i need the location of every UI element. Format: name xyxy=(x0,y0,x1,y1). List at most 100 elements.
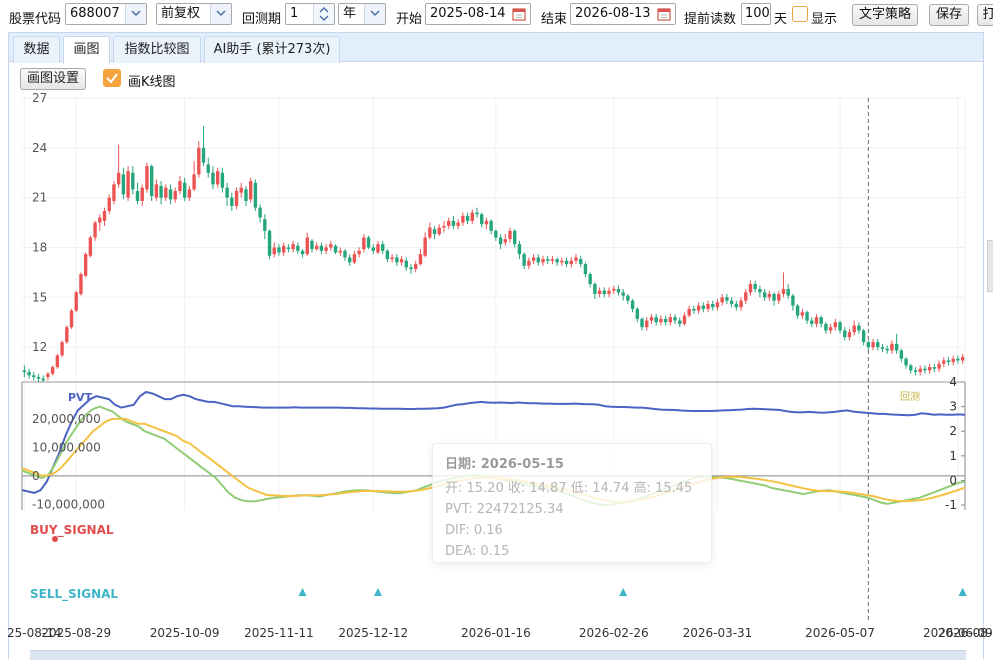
x-tick-label: 2025-12-12 xyxy=(338,626,408,640)
candle-body xyxy=(701,305,706,309)
stepper-arrows-icon[interactable] xyxy=(313,4,334,24)
candle-body xyxy=(145,166,149,190)
period-unit-select[interactable]: 年 xyxy=(338,3,386,25)
candle-body xyxy=(593,284,597,294)
candle-body xyxy=(531,257,536,261)
calendar-icon[interactable] xyxy=(512,7,526,24)
tooltip-ohlc: 开: 15.20 收: 14.87 低: 14.74 高: 15.45 xyxy=(445,481,693,496)
candle-body xyxy=(725,297,729,301)
candle-body xyxy=(583,264,588,275)
candle-body xyxy=(305,237,309,255)
candle-body xyxy=(517,244,522,255)
end-date-field[interactable]: 2026-08-13 xyxy=(570,3,676,25)
pvt-corner-label: 回测 xyxy=(900,390,920,403)
candle-body xyxy=(154,184,159,198)
candle-body xyxy=(187,189,192,198)
candle-body xyxy=(201,147,206,163)
candle-body xyxy=(27,372,31,376)
candle-body xyxy=(621,292,625,296)
candle-body xyxy=(178,181,182,192)
save-button[interactable]: 保存 xyxy=(929,4,970,26)
tab-bar: 数据 画图 指数比较图 AI助手 (累计273次) xyxy=(8,32,984,64)
candle-body xyxy=(74,292,78,311)
adjust-select[interactable]: 前复权 xyxy=(156,3,232,25)
candle-body xyxy=(164,187,168,198)
candle-body xyxy=(88,237,93,256)
candle-body xyxy=(564,260,569,265)
end-date-value: 2026-08-13 xyxy=(575,6,651,21)
chevron-down-icon[interactable] xyxy=(210,4,231,24)
stock-chart[interactable]: 12151821242720,000,00010,000,0000-10,000… xyxy=(0,92,993,650)
candle-body xyxy=(597,290,602,294)
candle-body xyxy=(60,342,64,356)
candle-body xyxy=(102,210,107,221)
x-tick-label: 2026-02-26 xyxy=(579,626,649,640)
candle-body xyxy=(220,172,225,188)
candle-body xyxy=(253,182,258,208)
candle-body xyxy=(659,318,663,323)
tab-ai-assistant[interactable]: AI助手 (累计273次) xyxy=(204,36,340,63)
candle-body xyxy=(942,360,946,364)
candle-body xyxy=(272,247,276,255)
tab-index-compare[interactable]: 指数比较图 xyxy=(113,36,201,63)
kline-checkbox[interactable] xyxy=(103,69,121,87)
candle-body xyxy=(772,293,776,301)
candle-body xyxy=(494,230,498,238)
pvt-left-tick: -10,000,000 xyxy=(32,497,105,511)
candle-body xyxy=(645,320,649,328)
stock-code-select[interactable]: 688007 xyxy=(65,3,147,25)
candle-body xyxy=(536,257,540,263)
chart-settings-button[interactable]: 画图设置 xyxy=(20,68,87,90)
right-edge-handle[interactable] xyxy=(987,240,993,292)
chevron-down-icon[interactable] xyxy=(364,4,385,24)
pvt-right-tick: 3 xyxy=(949,400,957,414)
x-tick-label: 2026-03-31 xyxy=(683,626,753,640)
period-label: 回测期 xyxy=(242,12,282,27)
x-tick-label: 2025-11-11 xyxy=(244,626,314,640)
candle-body xyxy=(692,308,696,311)
tab-chart[interactable]: 画图 xyxy=(63,36,110,64)
calendar-icon[interactable] xyxy=(657,7,671,24)
start-date-field[interactable]: 2025-08-14 xyxy=(425,3,531,25)
candle-body xyxy=(744,292,748,301)
candle-body xyxy=(739,300,743,308)
candle-body xyxy=(508,230,512,240)
tooltip-pvt: PVT: 22472125.34 xyxy=(445,502,564,517)
candle-body xyxy=(847,332,852,338)
candle-body xyxy=(612,288,616,291)
candle-body xyxy=(428,227,432,238)
candle-body xyxy=(498,237,503,245)
preload-input[interactable]: 100 xyxy=(741,3,771,25)
candle-body xyxy=(362,237,366,250)
candle-body xyxy=(913,370,918,373)
candle-body xyxy=(267,230,272,256)
stock-code-value: 688007 xyxy=(70,6,120,21)
candle-body xyxy=(734,303,739,308)
candle-body xyxy=(65,327,69,343)
buy-signal-dot xyxy=(52,536,58,542)
candle-body xyxy=(687,308,691,316)
pvt-left-tick: 0 xyxy=(32,469,40,483)
candle-body xyxy=(234,191,239,206)
candle-body xyxy=(616,288,621,293)
text-strategy-button[interactable]: 文字策略 xyxy=(852,4,919,26)
candle-body xyxy=(329,244,333,248)
candle-body xyxy=(484,220,489,225)
more-button[interactable]: 打 xyxy=(977,4,993,26)
kline-series xyxy=(22,126,965,382)
tab-data[interactable]: 数据 xyxy=(13,36,60,63)
candle-body xyxy=(55,355,60,368)
candle-body xyxy=(640,318,644,328)
candle-body xyxy=(399,259,404,263)
candle-body xyxy=(258,207,262,218)
show-checkbox[interactable] xyxy=(792,6,808,22)
candle-body xyxy=(805,312,809,321)
candle-body xyxy=(541,259,545,263)
candle-body xyxy=(956,358,960,361)
tooltip-date: 日期: 2026-05-15 xyxy=(445,457,564,472)
chevron-down-icon[interactable] xyxy=(125,4,146,24)
period-stepper[interactable]: 1 xyxy=(285,3,335,25)
candle-body xyxy=(960,357,965,361)
candle-body xyxy=(112,184,116,201)
candle-body xyxy=(909,365,913,371)
